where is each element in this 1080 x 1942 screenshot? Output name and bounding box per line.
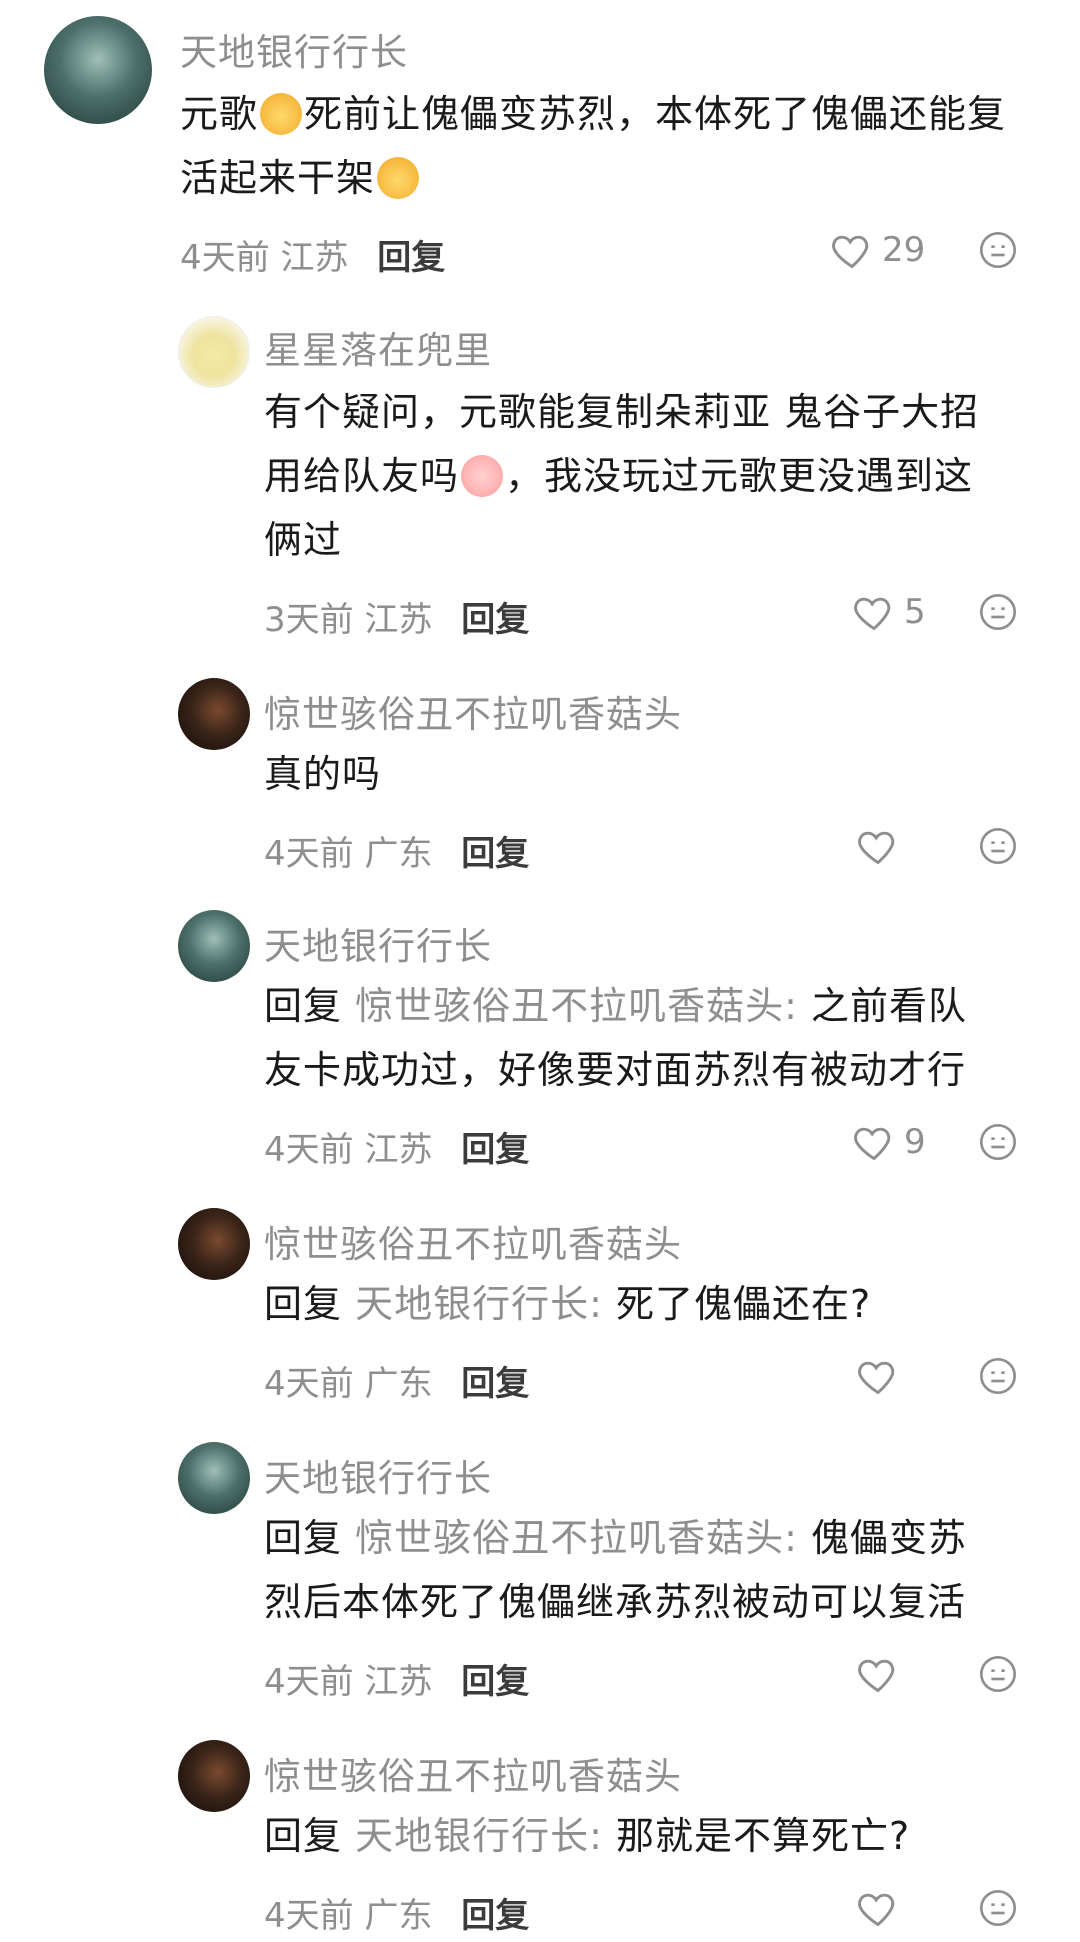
reply-target-user[interactable]: 惊世骇俗丑不拉叽香菇头: [355,1516,798,1560]
comment-meta: 4天前 江苏 回复 [264,1130,530,1170]
avatar[interactable] [178,1442,250,1514]
reply-target-user[interactable]: 惊世骇俗丑不拉叽香菇头: [355,984,798,1028]
face-neutral-icon[interactable] [978,592,1018,632]
reply-button[interactable]: 回复 [461,1896,529,1936]
reply-target-user[interactable]: 天地银行行长: [355,1814,603,1858]
comment-text: 真的吗 [264,752,382,796]
heart-outline-icon [832,235,869,269]
like-button[interactable] [856,824,900,868]
face-neutral-icon[interactable] [978,230,1018,270]
reply-button[interactable]: 回复 [461,600,529,640]
comment-meta: 4天前 广东 回复 [264,834,530,874]
comment-text: 回复 惊世骇俗丑不拉叽香菇头: 之前看队 友卡成功过，好像要对面苏烈有被动才行 [264,984,968,1092]
like-count: 9 [904,1122,926,1162]
avatar[interactable] [178,678,250,750]
avatar[interactable] [178,1208,250,1280]
heart-outline-icon [858,1893,895,1927]
reply-button[interactable]: 回复 [377,238,445,278]
like-button[interactable]: 29 [830,228,925,272]
comment-text: 回复 天地银行行长: 死了傀儡还在? [264,1282,872,1326]
avatar[interactable] [44,16,152,124]
like-button[interactable]: 5 [852,590,926,634]
reply-button[interactable]: 回复 [461,1662,529,1702]
heart-outline-icon [858,831,895,865]
heart-outline-icon [858,1659,895,1693]
comment-text: 回复 天地银行行长: 那就是不算死亡? [264,1814,911,1858]
comment-text: 元歌 死前让傀儡变苏烈，本体死了傀儡还能复 活起来干架 [180,92,1007,200]
heart-outline-icon [854,1127,891,1161]
avatar[interactable] [178,910,250,982]
like-count: 29 [882,230,926,270]
username[interactable]: 星星落在兜里 [264,320,492,374]
comment-text: 回复 惊世骇俗丑不拉叽香菇头: 傀儡变苏 烈后本体死了傀儡继承苏烈被动可以复活 [264,1516,968,1624]
username[interactable]: 惊世骇俗丑不拉叽香菇头 [264,1214,682,1268]
username[interactable]: 惊世骇俗丑不拉叽香菇头 [264,684,682,738]
username[interactable]: 惊世骇俗丑不拉叽香菇头 [264,1746,682,1800]
like-button[interactable] [856,1652,900,1696]
avatar[interactable] [178,1740,250,1812]
username[interactable]: 天地银行行长 [264,916,492,970]
face-neutral-icon[interactable] [978,826,1018,866]
comment-meta: 4天前 广东 回复 [264,1896,530,1936]
reply-button[interactable]: 回复 [461,1130,529,1170]
comment-meta: 4天前 江苏 回复 [180,238,446,278]
username[interactable]: 天地银行行长 [264,1448,492,1502]
username[interactable]: 天地银行行长 [180,22,408,76]
reply-button[interactable]: 回复 [461,1364,529,1404]
reply-button[interactable]: 回复 [461,834,529,874]
avatar[interactable] [178,316,250,388]
comment-meta: 4天前 江苏 回复 [264,1662,530,1702]
comment-text: 有个疑问，元歌能复制朵莉亚 鬼谷子大招 用给队友吗 ，我没玩过元歌更没遇到这 俩过 [264,390,980,562]
like-button[interactable]: 9 [852,1120,926,1164]
face-neutral-icon[interactable] [978,1356,1018,1396]
comment-meta: 4天前 广东 回复 [264,1364,530,1404]
heart-outline-icon [854,597,891,631]
face-neutral-icon[interactable] [978,1122,1018,1162]
face-neutral-icon[interactable] [978,1888,1018,1928]
comment-meta: 3天前 江苏 回复 [264,600,530,640]
face-neutral-icon[interactable] [978,1654,1018,1694]
like-count: 5 [904,592,926,632]
reply-target-user[interactable]: 天地银行行长: [355,1282,603,1326]
dog-emoji-icon [377,157,420,199]
heart-outline-icon [858,1361,895,1395]
like-button[interactable] [856,1354,900,1398]
cry-emoji-icon [461,455,504,497]
dog-emoji-icon [260,93,303,135]
like-button[interactable] [856,1886,900,1930]
